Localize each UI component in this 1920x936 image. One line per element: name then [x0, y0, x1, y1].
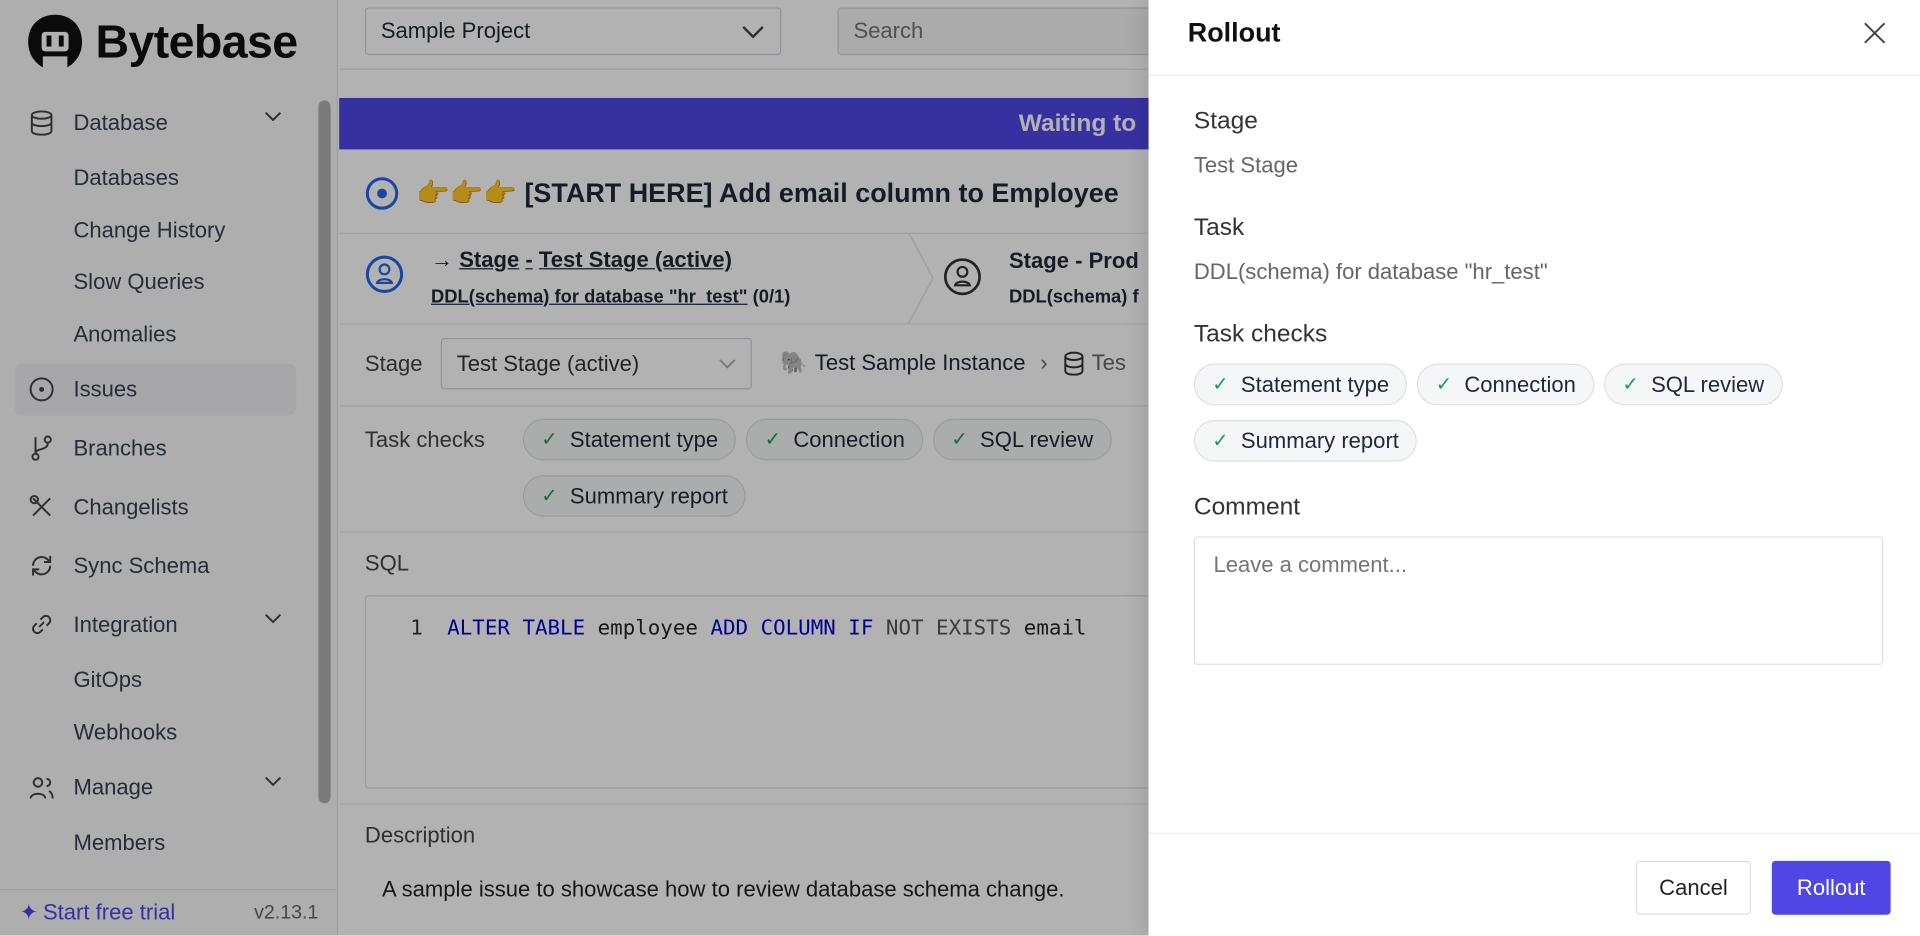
task-check-label: Statement type	[1240, 371, 1390, 397]
divider	[1148, 74, 1920, 76]
rollout-drawer: Rollout Stage Test Stage Task DDL(schema…	[1148, 0, 1920, 936]
drawer-title: Rollout	[1187, 17, 1281, 48]
task-check-label: SQL review	[1651, 371, 1765, 397]
drawer-task-checks: ✓ Statement type ✓ Connection ✓ SQL review ✓ Su…	[1193, 363, 1880, 462]
task-check-chip[interactable]: ✓ Statement type	[1193, 363, 1408, 406]
comment-textarea[interactable]	[1193, 536, 1884, 665]
cancel-button[interactable]: Cancel	[1635, 860, 1752, 915]
task-check-chip[interactable]: ✓ Summary report	[1193, 420, 1418, 462]
task-check-label: Summary report	[1240, 427, 1399, 453]
drawer-task-label: Task	[1193, 214, 1245, 242]
drawer-checks-label: Task checks	[1193, 320, 1328, 348]
rollout-button[interactable]: Rollout	[1771, 860, 1891, 915]
task-check-chip[interactable]: ✓ SQL review	[1604, 363, 1783, 406]
drawer-stage-value: Test Stage	[1193, 153, 1299, 178]
divider	[1148, 832, 1920, 834]
drawer-comment-label: Comment	[1193, 493, 1301, 521]
close-icon[interactable]	[1864, 22, 1886, 44]
drawer-task-value: DDL(schema) for database "hr_test"	[1193, 259, 1548, 285]
check-icon: ✓	[1212, 374, 1229, 396]
modal-overlay[interactable]	[0, 0, 1149, 936]
check-icon: ✓	[1435, 374, 1453, 396]
check-icon: ✓	[1622, 374, 1639, 396]
task-check-label: Connection	[1464, 371, 1576, 397]
task-check-chip[interactable]: ✓ Connection	[1417, 363, 1595, 406]
drawer-stage-label: Stage	[1193, 107, 1258, 135]
check-icon: ✓	[1212, 431, 1229, 452]
